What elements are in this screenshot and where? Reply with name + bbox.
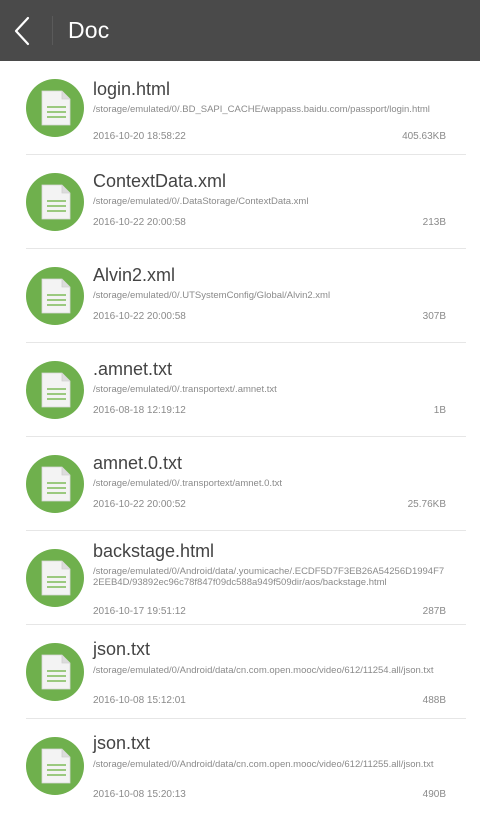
list-item[interactable]: backstage.html /storage/emulated/0/Andro…	[26, 531, 466, 625]
file-list: login.html /storage/emulated/0/.BD_SAPI_…	[0, 61, 480, 813]
document-icon	[26, 79, 84, 137]
file-date: 2016-10-08 15:20:13	[93, 789, 186, 800]
file-path: /storage/emulated/0/.UTSystemConfig/Glob…	[93, 290, 331, 301]
list-item[interactable]: ContextData.xml /storage/emulated/0/.Dat…	[26, 155, 466, 249]
file-date: 2016-10-22 20:00:52	[93, 499, 186, 510]
file-path: /storage/emulated/0/Android/data/cn.com.…	[93, 665, 434, 676]
chevron-left-icon	[14, 16, 30, 45]
file-name: amnet.0.txt	[93, 453, 183, 473]
file-name: login.html	[93, 79, 171, 99]
document-icon	[26, 455, 84, 513]
file-size: 287B	[422, 606, 446, 617]
page-title: Doc	[68, 17, 110, 43]
file-name: Alvin2.xml	[93, 265, 176, 285]
file-name: backstage.html	[93, 541, 215, 561]
file-name: json.txt	[93, 733, 151, 753]
file-size: 25.76KB	[407, 499, 446, 510]
file-path: /storage/emulated/0/.DataStorage/Context…	[93, 196, 309, 207]
file-size: 488B	[422, 695, 446, 706]
file-date: 2016-08-18 12:19:12	[93, 405, 186, 416]
header-divider	[52, 16, 53, 45]
document-icon	[26, 173, 84, 231]
file-path: /storage/emulated/0/Android/data/.youmic…	[93, 566, 445, 588]
file-size: 405.63KB	[402, 131, 446, 142]
file-path: /storage/emulated/0/.transportext/.amnet…	[93, 384, 277, 395]
file-size: 1B	[433, 405, 446, 416]
file-size: 213B	[422, 217, 446, 228]
file-date: 2016-10-22 20:00:58	[93, 311, 186, 322]
file-path: /storage/emulated/0/Android/data/cn.com.…	[93, 759, 434, 770]
list-item[interactable]: .amnet.txt /storage/emulated/0/.transpor…	[26, 343, 466, 437]
list-item[interactable]: json.txt /storage/emulated/0/Android/dat…	[26, 719, 466, 813]
document-icon	[26, 643, 84, 701]
list-item[interactable]: login.html /storage/emulated/0/.BD_SAPI_…	[26, 61, 466, 155]
file-name: ContextData.xml	[93, 171, 227, 191]
list-item[interactable]: json.txt /storage/emulated/0/Android/dat…	[26, 625, 466, 719]
file-date: 2016-10-22 20:00:58	[93, 217, 186, 228]
file-size: 307B	[422, 311, 446, 322]
list-item[interactable]: amnet.0.txt /storage/emulated/0/.transpo…	[26, 437, 466, 531]
document-icon	[26, 549, 84, 607]
file-date: 2016-10-20 18:58:22	[93, 131, 186, 142]
document-icon	[26, 361, 84, 419]
file-date: 2016-10-08 15:12:01	[93, 695, 186, 706]
file-name: json.txt	[93, 639, 151, 659]
file-date: 2016-10-17 19:51:12	[93, 606, 186, 617]
back-button[interactable]	[0, 0, 44, 61]
file-path: /storage/emulated/0/.transportext/amnet.…	[93, 478, 283, 489]
app-header: Doc	[0, 0, 480, 61]
file-name: .amnet.txt	[93, 359, 173, 379]
file-path: /storage/emulated/0/.BD_SAPI_CACHE/wappa…	[93, 104, 430, 115]
document-icon	[26, 737, 84, 795]
list-item[interactable]: Alvin2.xml /storage/emulated/0/.UTSystem…	[26, 249, 466, 343]
file-size: 490B	[422, 789, 446, 800]
document-icon	[26, 267, 84, 325]
